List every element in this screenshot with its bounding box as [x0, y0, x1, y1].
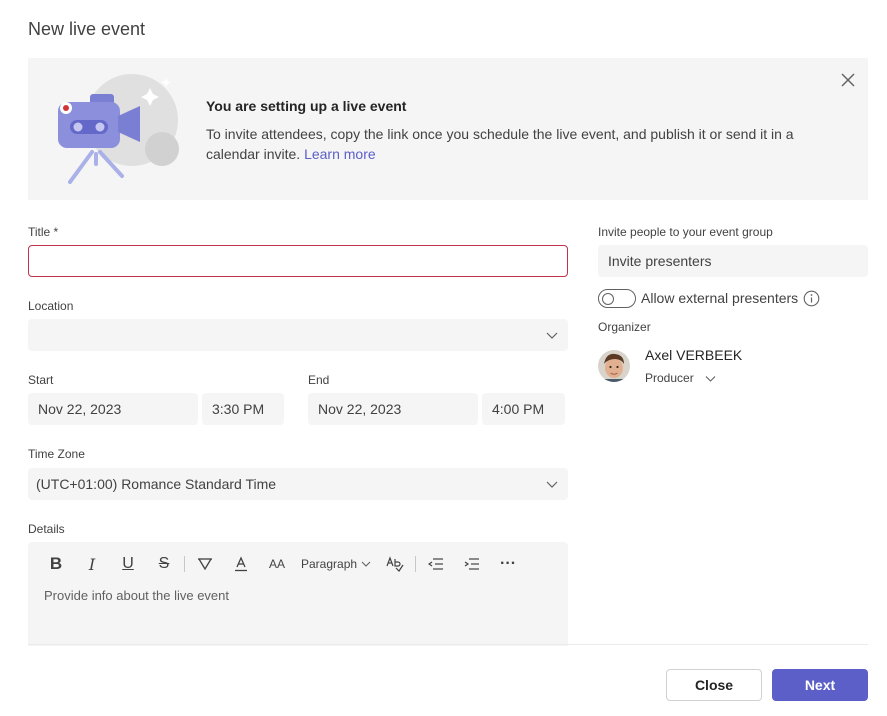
- increase-indent-icon: [464, 558, 480, 570]
- end-time-picker[interactable]: 4:00 PM: [482, 393, 565, 425]
- invite-presenters-input[interactable]: Invite presenters: [598, 245, 868, 277]
- timezone-dropdown[interactable]: (UTC+01:00) Romance Standard Time: [28, 468, 568, 500]
- chevron-down-icon[interactable]: [705, 373, 716, 384]
- italic-button[interactable]: I: [74, 554, 110, 574]
- next-button[interactable]: Next: [772, 669, 868, 701]
- highlight-button[interactable]: [187, 554, 223, 574]
- more-options-button[interactable]: ···: [490, 554, 526, 574]
- learn-more-link[interactable]: Learn more: [304, 146, 376, 162]
- toolbar-divider: [415, 556, 417, 572]
- start-time-picker[interactable]: 3:30 PM: [202, 393, 284, 425]
- spell-check-button[interactable]: [377, 554, 413, 574]
- highlight-icon: [198, 558, 212, 571]
- location-dropdown[interactable]: [28, 319, 568, 351]
- underline-button[interactable]: U: [110, 554, 146, 574]
- strikethrough-button[interactable]: S: [146, 554, 182, 574]
- chevron-down-icon: [546, 332, 558, 339]
- paragraph-dropdown[interactable]: Paragraph: [295, 557, 377, 571]
- start-date-picker[interactable]: Nov 22, 2023: [28, 393, 198, 425]
- avatar: [598, 350, 630, 382]
- organizer-name: Axel VERBEEK: [645, 347, 743, 363]
- invite-label: Invite people to your event group: [598, 225, 773, 239]
- live-event-camera-illustration: [58, 74, 179, 184]
- toggle-knob: [602, 292, 614, 305]
- organizer-role-dropdown[interactable]: Producer: [645, 371, 694, 385]
- banner-body-text: To invite attendees, copy the link once …: [206, 126, 794, 162]
- decrease-indent-button[interactable]: [418, 554, 454, 574]
- formatting-toolbar: B I U S AA Paragraph ···: [38, 554, 526, 574]
- title-label: Title *: [28, 225, 59, 239]
- font-size-button[interactable]: AA: [259, 554, 295, 574]
- end-label: End: [308, 373, 330, 387]
- end-date-picker[interactable]: Nov 22, 2023: [308, 393, 478, 425]
- organizer-label: Organizer: [598, 320, 651, 334]
- decrease-indent-icon: [428, 558, 444, 570]
- font-color-icon: [235, 556, 247, 572]
- dialog-title: New live event: [28, 19, 146, 39]
- details-placeholder: Provide info about the live event: [44, 588, 230, 603]
- info-banner: You are setting up a live event To invit…: [28, 58, 868, 200]
- bold-button[interactable]: B: [38, 554, 74, 574]
- font-color-button[interactable]: [223, 554, 259, 574]
- organizer-avatar-photo: [598, 350, 630, 382]
- close-button[interactable]: Close: [666, 669, 762, 701]
- location-label: Location: [28, 299, 74, 313]
- allow-external-label: Allow external presenters: [641, 290, 799, 306]
- banner-heading: You are setting up a live event: [206, 98, 407, 114]
- toolbar-divider: [184, 556, 185, 572]
- timezone-label: Time Zone: [28, 447, 85, 461]
- info-icon[interactable]: [803, 290, 820, 307]
- paragraph-label: Paragraph: [301, 557, 358, 571]
- details-label: Details: [28, 522, 65, 536]
- chevron-down-icon: [361, 561, 371, 567]
- details-editor[interactable]: B I U S AA Paragraph ··· Provide info ab…: [28, 542, 568, 646]
- title-input[interactable]: [28, 245, 568, 277]
- close-icon[interactable]: [838, 70, 858, 90]
- timezone-value: (UTC+01:00) Romance Standard Time: [36, 476, 277, 492]
- spell-check-icon: [386, 556, 404, 572]
- start-label: Start: [28, 373, 54, 387]
- chevron-down-icon: [546, 481, 558, 488]
- allow-external-toggle[interactable]: [598, 289, 636, 308]
- banner-body: To invite attendees, copy the link once …: [206, 124, 816, 164]
- increase-indent-button[interactable]: [454, 554, 490, 574]
- footer-divider: [28, 644, 868, 645]
